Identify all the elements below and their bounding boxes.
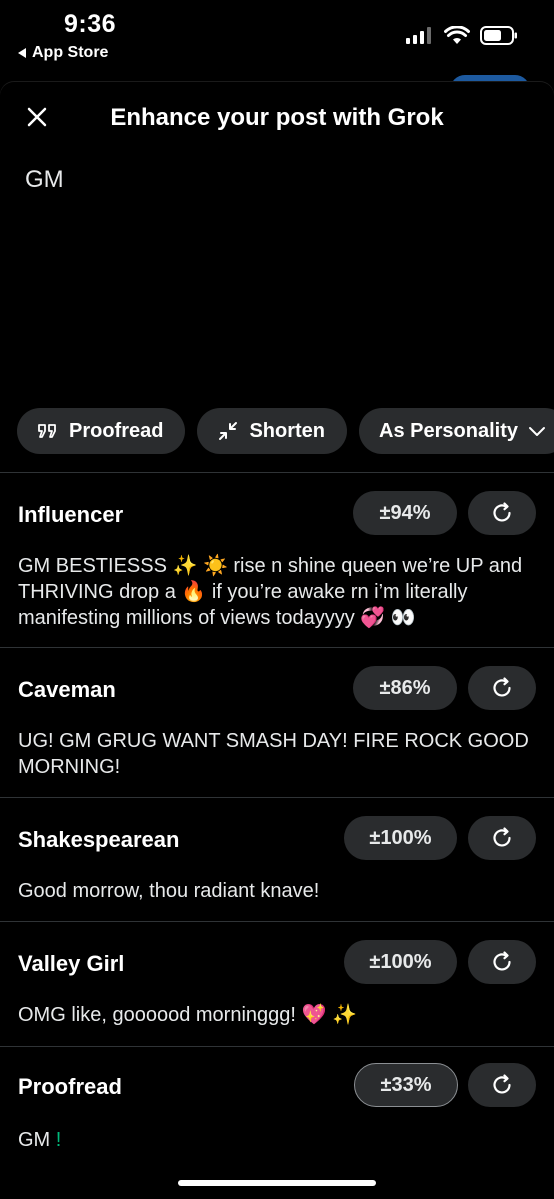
- status-time: 9:36: [64, 10, 117, 38]
- proofread-chip[interactable]: Proofread: [17, 408, 186, 454]
- quote-icon: [38, 424, 56, 438]
- personality-dropdown-chip[interactable]: As Personality: [359, 408, 554, 454]
- confidence-badge[interactable]: ±33%: [354, 1063, 458, 1107]
- status-bar: 9:36 App Store: [0, 0, 554, 78]
- back-arrow-icon: [18, 48, 26, 58]
- result-text[interactable]: OMG like, goooood morninggg! 💖 ✨: [18, 1002, 536, 1028]
- refresh-icon: [493, 677, 511, 697]
- result-text[interactable]: GM BESTIESSS ✨ ☀️ rise n shine queen we’…: [18, 553, 536, 631]
- shrink-arrows-icon: [219, 422, 238, 440]
- result-text[interactable]: Good morrow, thou radiant knave!: [18, 878, 536, 904]
- sheet-title: Enhance your post with Grok: [110, 104, 444, 131]
- refresh-icon: [493, 827, 511, 847]
- result-name: Valley Girl: [18, 951, 125, 976]
- result-text[interactable]: GM !: [18, 1127, 536, 1153]
- chevron-down-icon: [528, 427, 545, 436]
- divider: [0, 472, 554, 473]
- divider: [0, 797, 554, 798]
- shorten-chip[interactable]: Shorten: [197, 408, 348, 454]
- divider: [0, 1046, 554, 1047]
- divider: [0, 647, 554, 648]
- enhance-sheet: Enhance your post with Grok GM: [0, 82, 554, 1199]
- cellular-signal-icon: [406, 26, 431, 44]
- result-name: Caveman: [18, 677, 116, 702]
- back-label: App Store: [32, 44, 109, 61]
- refresh-icon: [493, 951, 511, 971]
- home-indicator[interactable]: [178, 1180, 376, 1186]
- result-name: Influencer: [18, 502, 124, 527]
- refresh-icon: [493, 502, 511, 522]
- wifi-icon: [444, 26, 470, 44]
- shorten-chip-label: Shorten: [249, 419, 326, 442]
- divider: [0, 921, 554, 922]
- confidence-badge[interactable]: ±86%: [353, 666, 457, 710]
- proofread-chip-label: Proofread: [69, 419, 164, 442]
- regenerate-button[interactable]: [468, 1063, 536, 1107]
- result-name: Shakespearean: [18, 827, 180, 852]
- result-text[interactable]: UG! GM GRUG WANT SMASH DAY! FIRE ROCK GO…: [18, 728, 536, 780]
- regenerate-button[interactable]: [468, 666, 536, 710]
- refresh-icon: [493, 1074, 511, 1094]
- result-name: Proofread: [18, 1074, 122, 1099]
- regenerate-button[interactable]: [468, 816, 536, 860]
- confidence-badge[interactable]: ±100%: [344, 816, 457, 860]
- regenerate-button[interactable]: [468, 940, 536, 984]
- confidence-badge[interactable]: ±94%: [353, 491, 457, 535]
- post-text[interactable]: GM: [25, 166, 64, 194]
- back-to-app-store[interactable]: App Store: [18, 44, 108, 62]
- added-text: !: [55, 1129, 62, 1151]
- original-text: GM: [18, 1129, 51, 1151]
- battery-icon: [480, 26, 517, 45]
- confidence-badge[interactable]: ±100%: [344, 940, 457, 984]
- enhance-chips: Proofread Shorten As Personality: [17, 408, 554, 454]
- personality-chip-label: As Personality: [379, 419, 518, 442]
- regenerate-button[interactable]: [468, 491, 536, 535]
- status-icons: [406, 26, 518, 45]
